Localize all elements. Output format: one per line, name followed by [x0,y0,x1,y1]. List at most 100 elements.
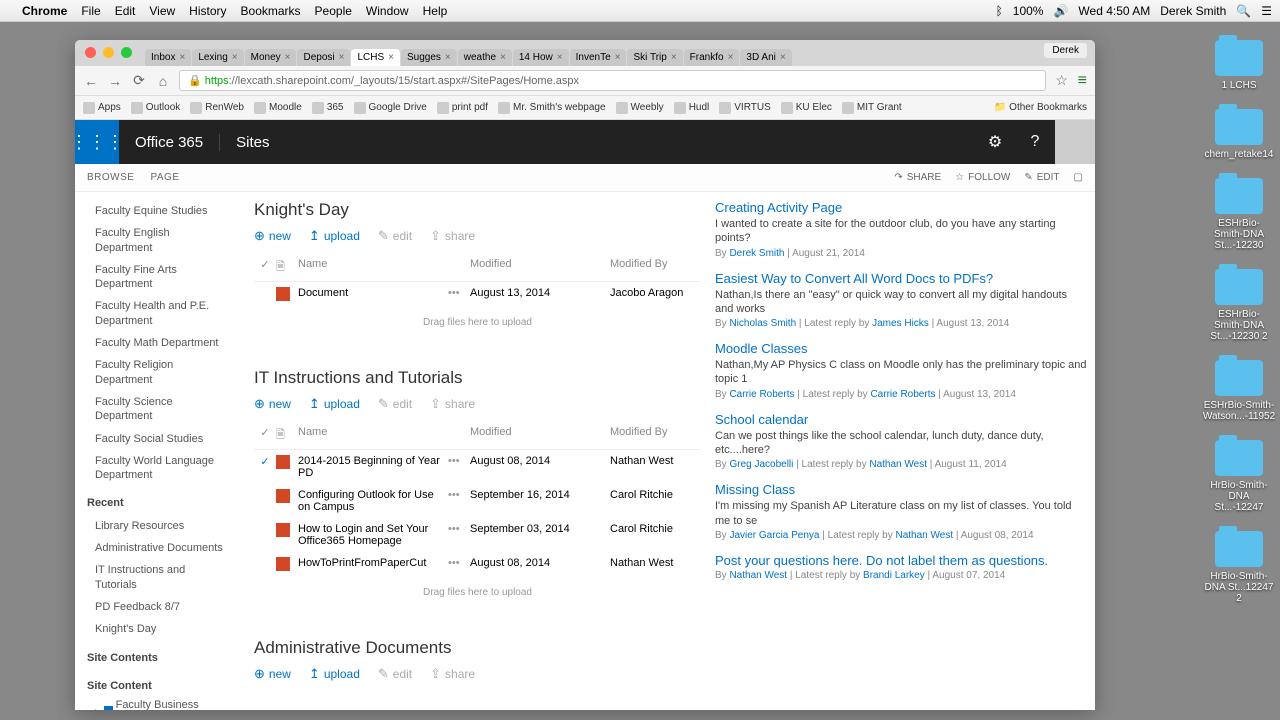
user-name[interactable]: Derek Smith [1160,4,1226,18]
browser-tab[interactable]: Inbox× [145,49,191,66]
close-tab-icon[interactable]: × [500,52,506,63]
document-name[interactable]: HowToPrintFromPaperCut [298,557,448,569]
user-link[interactable]: Greg Jacobelli [729,459,793,470]
bookmark-item[interactable]: RenWeb [190,102,244,114]
sidebar-faculty-link[interactable]: Faculty World Language Department [83,450,232,487]
item-menu-icon[interactable]: ••• [448,523,470,535]
back-button[interactable]: ← [83,73,99,89]
document-row[interactable]: HowToPrintFromPaperCut ••• August 08, 20… [254,552,701,579]
user-avatar[interactable] [1055,120,1095,164]
url-input[interactable]: 🔒 https://lexcath.sharepoint.com/_layout… [179,70,1046,91]
sidebar-faculty-link[interactable]: Faculty Equine Studies [83,200,232,222]
bookmark-item[interactable]: Apps [83,102,121,114]
new-button[interactable]: ⊕new [254,666,291,682]
user-link[interactable]: Carrie Roberts [729,389,794,400]
desktop-folder[interactable]: HrBio-Smith-DNA St...12247 2 [1204,531,1274,604]
bookmark-item[interactable]: KU Elec [781,102,832,114]
item-menu-icon[interactable]: ••• [448,489,470,501]
menu-help[interactable]: Help [423,4,448,18]
sidebar-faculty-link[interactable]: Faculty Math Department [83,332,232,354]
user-link[interactable]: Javier Garcia Penya [729,530,819,541]
document-modified-by[interactable]: Jacobo Aragon [610,287,701,299]
minimize-window-icon[interactable] [103,47,114,58]
bookmark-item[interactable]: 365 [312,102,344,114]
follow-button[interactable]: ☆ FOLLOW [955,172,1010,183]
close-tab-icon[interactable]: × [388,52,394,63]
bookmark-item[interactable]: Google Drive [354,102,427,114]
desktop-folder[interactable]: chem_retake14 [1204,109,1274,160]
desktop-folder[interactable]: ESHrBio-Smith-DNA St...-12230 2 [1204,269,1274,342]
sidebar-recent-link[interactable]: Knight's Day [83,618,232,640]
desktop-folder[interactable]: 1 LCHS [1204,40,1274,91]
edit-button[interactable]: ✎edit [378,666,412,682]
sidebar-tree-item[interactable]: ▸Faculty Business Departm [83,697,232,710]
notification-icon[interactable]: ☰ [1261,4,1272,18]
document-name[interactable]: 2014-2015 Beginning of Year PD [298,455,448,479]
bookmark-item[interactable]: Mr. Smith's webpage [498,102,606,114]
discussion-title[interactable]: Creating Activity Page [715,200,1087,215]
discussion-title[interactable]: School calendar [715,412,1087,427]
browser-tab[interactable]: Money× [245,49,297,66]
bookmark-item[interactable]: Weebly [616,102,664,114]
sidebar-recent-link[interactable]: Library Resources [83,515,232,537]
discussion-title[interactable]: Post your questions here. Do not label t… [715,553,1087,568]
close-tab-icon[interactable]: × [232,52,238,63]
section-title[interactable]: Knight's Day [254,200,701,220]
menu-bookmarks[interactable]: Bookmarks [241,4,301,18]
home-button[interactable]: ⌂ [155,73,171,89]
bookmark-item[interactable]: Moodle [254,102,302,114]
menu-history[interactable]: History [189,4,226,18]
browser-tab[interactable]: Sugges× [401,49,457,66]
edit-button[interactable]: ✎edit [378,396,412,412]
focus-icon[interactable]: ▢ [1074,172,1083,183]
discussion-title[interactable]: Easiest Way to Convert All Word Docs to … [715,271,1087,286]
help-icon[interactable]: ? [1015,120,1055,164]
col-modified-by[interactable]: Modified By [610,258,701,277]
bookmark-item[interactable]: Outlook [131,102,180,114]
spotlight-icon[interactable]: 🔍 [1236,4,1251,18]
browser-tab[interactable]: LCHS× [351,49,400,66]
col-name[interactable]: Name [298,426,448,445]
discussion-title[interactable]: Missing Class [715,482,1087,497]
share-button[interactable]: ⇪share [430,666,475,682]
menu-view[interactable]: View [149,4,175,18]
document-row[interactable]: How to Login and Set Your Office365 Home… [254,518,701,552]
user-link[interactable]: Nicholas Smith [729,318,796,329]
row-checkbox[interactable]: ✓ [254,455,276,468]
sidebar-faculty-link[interactable]: Faculty Health and P.E. Department [83,295,232,332]
app-launcher-icon[interactable]: ⋮⋮⋮ [75,120,119,164]
document-row[interactable]: Document ••• August 13, 2014 Jacobo Arag… [254,282,701,309]
document-name[interactable]: Configuring Outlook for Use on Campus [298,489,448,513]
select-all-checkbox[interactable]: ✓ [254,426,276,445]
col-modified-by[interactable]: Modified By [610,426,701,445]
browser-tab[interactable]: Frankfo× [684,49,740,66]
col-name[interactable]: Name [298,258,448,277]
item-menu-icon[interactable]: ••• [448,557,470,569]
chrome-profile-button[interactable]: Derek [1044,43,1087,58]
document-name[interactable]: Document [298,287,448,299]
close-tab-icon[interactable]: × [615,52,621,63]
ribbon-browse[interactable]: BROWSE [87,172,134,183]
ribbon-page[interactable]: PAGE [150,172,179,183]
document-name[interactable]: How to Login and Set Your Office365 Home… [298,523,448,547]
bookmark-item[interactable]: Hudl [674,102,710,114]
document-modified-by[interactable]: Nathan West [610,455,701,467]
sidebar-recent-link[interactable]: IT Instructions and Tutorials [83,559,232,596]
col-modified[interactable]: Modified [470,258,610,277]
browser-tab[interactable]: Deposi× [297,49,350,66]
document-modified-by[interactable]: Carol Ritchie [610,489,701,501]
user-link[interactable]: James Hicks [872,318,929,329]
upload-button[interactable]: ↥upload [309,228,360,244]
upload-button[interactable]: ↥upload [309,396,360,412]
settings-gear-icon[interactable]: ⚙ [975,120,1015,164]
document-row[interactable]: ✓ 2014-2015 Beginning of Year PD ••• Aug… [254,450,701,484]
clock[interactable]: Wed 4:50 AM [1078,4,1150,18]
close-window-icon[interactable] [85,47,96,58]
bluetooth-icon[interactable]: ᛒ [996,4,1003,18]
bookmark-item[interactable]: VIRTUS [719,102,771,114]
sidebar-recent-link[interactable]: Administrative Documents [83,537,232,559]
volume-icon[interactable]: 🔊 [1053,4,1068,18]
discussion-title[interactable]: Moodle Classes [715,341,1087,356]
sidebar-faculty-link[interactable]: Faculty Social Studies [83,428,232,450]
user-link[interactable]: Brandi Larkey [863,570,925,581]
